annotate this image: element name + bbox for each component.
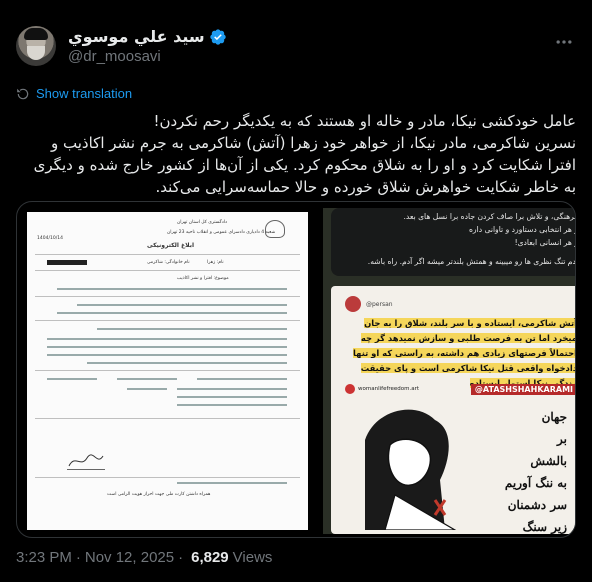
more-options-icon[interactable] xyxy=(554,32,574,52)
verified-badge-icon xyxy=(209,28,226,45)
tweet-metadata: 3:23 PM · Nov 12, 2025 · 6,829 Views xyxy=(16,549,272,566)
redacted-field xyxy=(47,260,87,265)
story-tag-bar: womanlifefreedom.art @ATASHSHAHKARAMI xyxy=(345,382,575,396)
display-name[interactable]: سيد علي موسوي xyxy=(68,27,205,46)
story-quote-card: @persan آتش شاکرمی، ایستاده و با سر بلند… xyxy=(331,286,575,534)
tag-account: womanlifefreedom.art xyxy=(358,386,420,392)
show-translation-link[interactable]: Show translation xyxy=(16,86,132,101)
tweet-text-line: افترا شکایت کرد و او را به شلاق محکوم کر… xyxy=(33,156,576,174)
court-document-image[interactable]: دادگستری کل استان تهران شعبه 4 دادیاری د… xyxy=(27,212,308,530)
tweet-header: سيد علي موسوي @dr_moosavi xyxy=(16,26,227,66)
story-line: فرهنگی، و تلاش برا صاف کردن جاده برا نسل… xyxy=(403,212,576,221)
court-emblem-icon xyxy=(265,220,285,238)
story-line: و هر انتخابی دستاورد و تاوانی داره xyxy=(468,225,576,234)
tweet-date[interactable]: Nov 12, 2025 xyxy=(85,549,174,566)
tweet-media[interactable]: دادگستری کل استان تهران شعبه 4 دادیاری د… xyxy=(16,201,576,538)
views-label: Views xyxy=(232,549,273,566)
story-line: و هر انسانی ابعادی! xyxy=(514,238,576,247)
doc-title: ابلاغ الکترونیکی xyxy=(147,242,195,249)
doc-family: نام خانوادگی: شاکرمی xyxy=(147,260,190,265)
doc-footer-note: همراه داشتن کارت ملی جهت احراز هویت الزا… xyxy=(107,492,211,497)
separator: · xyxy=(178,549,184,566)
doc-branch: شعبه 4 دادیاری دادسرای عمومی و انقلاب نا… xyxy=(167,230,276,235)
story-text-card: فرهنگی، و تلاش برا صاف کردن جاده برا نسل… xyxy=(331,208,576,276)
tweet-time[interactable]: 3:23 PM xyxy=(16,549,72,566)
avatar[interactable] xyxy=(16,26,56,66)
show-translation-label: Show translation xyxy=(36,86,133,101)
story-poem: جهان بر بالشش به ننگ آوریم سر دشمنان زیر… xyxy=(504,410,567,534)
doc-subject: موضوع: افترا و نشر اکاذیب xyxy=(177,276,229,281)
tweet-text-line: به خاطر شکایت خواهرش شلاق خورده و حالا ح… xyxy=(155,178,576,196)
story-avatar xyxy=(345,296,361,312)
separator: · xyxy=(75,549,81,566)
story-user: @persan xyxy=(345,296,393,312)
tag-avatar xyxy=(345,384,355,394)
tweet-text-line: عامل خودکشی نیکا، مادر و خاله او هستند ک… xyxy=(153,112,576,130)
tweet: سيد علي موسوي @dr_moosavi Show translati… xyxy=(0,0,592,582)
story-username: @persan xyxy=(366,300,393,308)
handle[interactable]: @dr_moosavi xyxy=(68,48,227,65)
doc-date: 1404/10/14 xyxy=(37,236,63,241)
views-count: 6,829 xyxy=(191,549,229,566)
doc-name: نام: زهرا xyxy=(207,260,224,265)
story-line: آدم تنگ نظری ها رو میبینه و همتش بلندتر … xyxy=(367,257,576,266)
signature xyxy=(67,452,105,470)
story-quote: آتش شاکرمی، ایستاده و با سر بلند، شلاق ر… xyxy=(345,316,575,391)
story-artwork: جهان بر بالشش به ننگ آوریم سر دشمنان زیر… xyxy=(345,400,575,534)
tag-hashtag: @ATASHSHAHKARAMI xyxy=(470,383,575,395)
doc-header-org: دادگستری کل استان تهران xyxy=(177,220,228,225)
author-names: سيد علي موسوي @dr_moosavi xyxy=(68,27,227,65)
translate-icon xyxy=(17,88,29,99)
tweet-text-line: نسرین شاکرمی، مادر نیکا، از خواهر خود زه… xyxy=(51,134,576,152)
tweet-text: عامل خودکشی نیکا، مادر و خاله او هستند ک… xyxy=(16,110,576,198)
instagram-story-image[interactable]: فرهنگی، و تلاش برا صاف کردن جاده برا نسل… xyxy=(323,208,576,534)
